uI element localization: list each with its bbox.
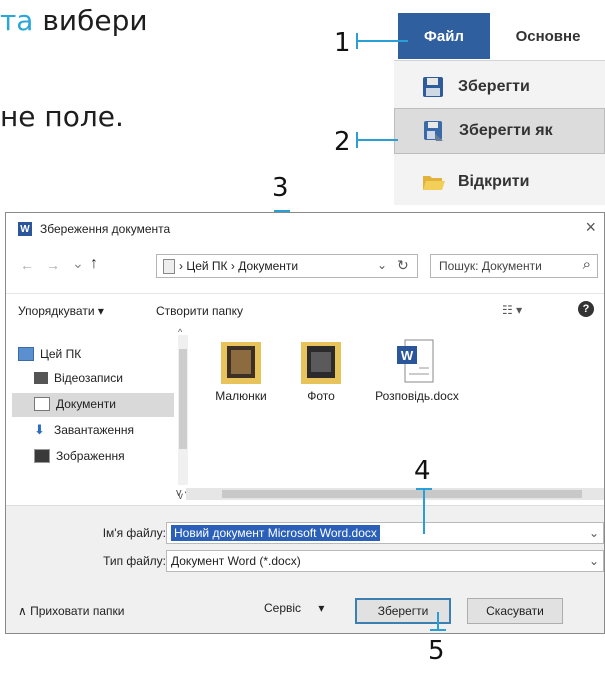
folder-icon (221, 342, 261, 384)
dialog-title: Збереження документа (40, 222, 171, 236)
address-path: › Цей ПК › Документи (179, 259, 299, 273)
word-app-icon: W (18, 222, 32, 236)
floppy-disk-icon (422, 76, 446, 98)
forward-arrow-icon[interactable]: → (46, 257, 60, 273)
nav-scrollbar[interactable] (178, 335, 188, 485)
file-item-folder-drawings[interactable]: Малюнки (201, 338, 281, 403)
organize-button[interactable]: Упорядкувати ▾ (18, 304, 104, 318)
callout-number-4: 4 (414, 456, 431, 486)
service-dropdown-arrow: ▾ (318, 601, 325, 615)
word-document-icon: W (397, 339, 434, 383)
callout-number-3: 3 (272, 173, 289, 203)
nav-item-this-pc[interactable]: Цей ПК (18, 343, 81, 365)
nav-label: Цей ПК (40, 347, 82, 361)
save-dialog: W Збереження документа × ← → ⌄ ↑ › Цей П… (5, 212, 605, 634)
menu-item-label: Зберегти (458, 78, 530, 95)
filetype-select[interactable]: Документ Word (*.docx) ⌄ (166, 550, 604, 572)
cancel-button[interactable]: Скасувати (467, 598, 563, 624)
file-name: Малюнки (215, 389, 267, 403)
help-icon[interactable]: ? (578, 301, 594, 317)
scroll-up-icon[interactable]: ^ (178, 327, 182, 337)
view-options-icon[interactable]: ☷ ▾ (502, 303, 522, 317)
nav-item-pictures[interactable]: Зображення (34, 445, 125, 467)
callout-tick-5 (430, 629, 446, 631)
horizontal-scrollbar[interactable] (186, 488, 604, 500)
nav-label: Документи (56, 397, 116, 411)
computer-icon (163, 259, 175, 274)
prose-line-1: та вибери (0, 4, 148, 37)
address-row: ← → ⌄ ↑ › Цей ПК › Документи ⌄ ↻ Пошук: … (6, 249, 604, 281)
filetype-label: Тип файлу: (103, 554, 166, 568)
filename-input[interactable]: Новий документ Microsoft Word.docx ⌄ (166, 522, 604, 544)
menu-item-label: Зберегти як (459, 122, 553, 139)
callout-number-5: 5 (428, 636, 445, 666)
save-as-icon (423, 120, 447, 142)
recent-dropdown-icon[interactable]: ⌄ (72, 255, 84, 272)
file-name: Фото (307, 389, 335, 403)
video-icon (34, 372, 48, 384)
prose-text: вибери (42, 4, 148, 37)
callout-line-4 (423, 488, 425, 534)
callout-line-2 (356, 139, 398, 141)
service-menu[interactable]: Сервіс ▾ (264, 601, 324, 615)
tab-file[interactable]: Файл (398, 13, 490, 59)
menu-item-save[interactable]: Зберегти (394, 64, 605, 110)
service-label: Сервіс (264, 601, 302, 615)
menu-item-label: Відкрити (458, 173, 530, 190)
tab-home[interactable]: Основне (498, 13, 598, 59)
file-name: Розповідь.docx (375, 389, 459, 403)
callout-line-5 (437, 612, 439, 630)
callout-number-2: 2 (334, 127, 351, 157)
callout-line-1 (356, 40, 408, 42)
nav-item-videos[interactable]: Відеозаписи (34, 367, 123, 389)
chevron-down-icon[interactable]: ⌄ (589, 526, 599, 540)
dialog-bottom-panel: Ім'я файлу: Новий документ Microsoft Wor… (6, 505, 604, 633)
callout-number-1: 1 (334, 28, 351, 58)
nav-label: Зображення (56, 449, 125, 463)
search-placeholder: Пошук: Документи (439, 259, 542, 273)
chevron-down-icon[interactable]: ⌄ (377, 258, 387, 272)
callout-tick-1 (356, 33, 358, 49)
nav-label: Завантаження (54, 423, 134, 437)
new-folder-button[interactable]: Створити папку (156, 304, 243, 318)
dialog-titlebar: W Збереження документа × (6, 213, 604, 245)
chevron-down-icon[interactable]: ⌄ (589, 554, 599, 568)
close-icon[interactable]: × (585, 217, 596, 238)
picture-icon (34, 449, 50, 463)
prose-line-2: не поле. (0, 100, 124, 133)
file-item-folder-photos[interactable]: Фото (281, 338, 361, 403)
download-arrow-icon: ⬇ (34, 422, 45, 437)
up-arrow-icon[interactable]: ↑ (90, 255, 98, 273)
prose-highlight: та (0, 4, 34, 37)
svg-text:W: W (401, 348, 414, 363)
refresh-icon[interactable]: ↻ (397, 257, 409, 274)
filetype-value: Документ Word (*.docx) (171, 554, 301, 568)
file-item-docx[interactable]: W Розповідь.docx (367, 338, 467, 403)
navigation-pane: Цей ПК Відеозаписи Документи ⬇ Завантаже… (6, 327, 188, 505)
nav-item-documents[interactable]: Документи (34, 393, 116, 415)
nav-item-downloads[interactable]: ⬇ Завантаження (34, 419, 134, 441)
search-icon[interactable]: ⌕ (583, 256, 591, 273)
filename-label: Ім'я файлу: (102, 526, 166, 540)
callout-tick-2 (356, 132, 358, 148)
nav-label: Відеозаписи (54, 371, 123, 385)
file-menu-panel: Файл Основне Зберегти Зберегти як Відкри… (394, 0, 605, 205)
search-input[interactable]: Пошук: Документи ⌕ (430, 254, 598, 278)
menu-item-save-as[interactable]: Зберегти як (394, 108, 605, 154)
ribbon-tabs: Файл Основне (394, 0, 605, 61)
document-icon (34, 397, 50, 411)
dialog-toolbar: Упорядкувати ▾ Створити папку ☷ ▾ ? (6, 293, 604, 328)
folder-icon (301, 342, 341, 384)
folder-open-icon (422, 171, 446, 193)
monitor-icon (18, 347, 34, 361)
menu-item-open[interactable]: Відкрити (394, 159, 605, 205)
hide-folders-button[interactable]: ∧ Приховати папки (18, 604, 124, 618)
address-bar[interactable]: › Цей ПК › Документи ⌄ ↻ (156, 254, 418, 278)
filename-value: Новий документ Microsoft Word.docx (171, 525, 380, 541)
back-arrow-icon[interactable]: ← (20, 257, 34, 273)
